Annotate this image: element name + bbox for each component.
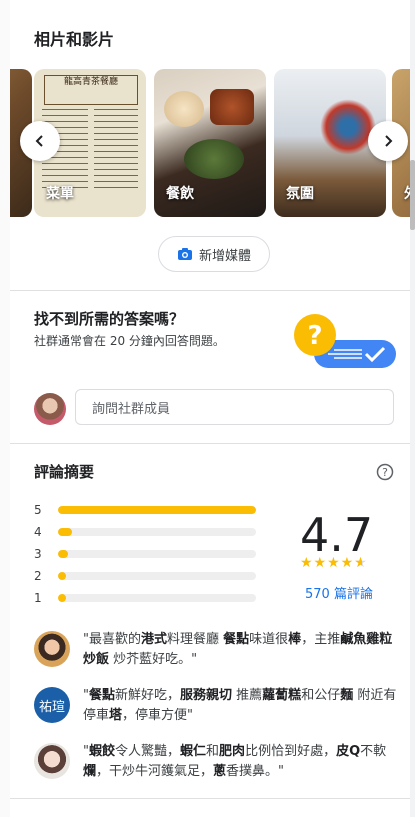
camera-icon — [177, 248, 192, 260]
rating-bar-fill — [58, 528, 72, 536]
snippet-text: ，主推 — [301, 632, 341, 647]
rating-bar-track — [58, 550, 256, 558]
rating-bar-track — [58, 594, 256, 602]
snippet-text: 不軟 — [360, 744, 387, 759]
rating-stars: ★★★★★ ★ — [300, 555, 368, 571]
rating-bar-star-label: 1 — [34, 591, 42, 605]
user-avatar[interactable] — [34, 393, 66, 425]
rating-bar-fill — [58, 506, 256, 514]
reviewer-avatar[interactable] — [34, 743, 70, 779]
divider — [10, 443, 410, 444]
photo-label-food: 餐飲 — [166, 186, 194, 202]
rating-bar-star-label: 4 — [34, 525, 42, 539]
mural-shape — [320, 99, 376, 155]
rating-bar-row[interactable]: 2 — [34, 569, 256, 583]
chevron-left-icon — [35, 135, 43, 147]
snippet-keyword: 餐點 — [88, 688, 115, 703]
review-summary-title: 評論摘要 — [34, 463, 95, 481]
snippet-text: 令人驚豔， — [115, 744, 181, 759]
rating-bar-track — [58, 572, 256, 580]
add-media-button[interactable]: 新增媒體 — [158, 236, 270, 272]
snippet-keyword: 蝦餃 — [88, 744, 115, 759]
divider — [10, 290, 410, 291]
menu-header-text: 龍高青茶餐廳 — [63, 77, 118, 87]
photo-thumb-food[interactable]: 餐飲 — [154, 69, 266, 217]
ask-community-placeholder: 詢問社群成員 — [92, 401, 171, 417]
snippet-text: ，停車方便" — [122, 708, 194, 723]
snippet-text: 料理餐廳 — [167, 632, 224, 647]
snippet-keyword: 港式 — [140, 632, 167, 647]
photos-prev-button[interactable] — [20, 121, 60, 161]
snippet-text: 味道很 — [249, 632, 289, 647]
snippet-text: 炒芥藍好吃。" — [109, 652, 198, 667]
reviewer-avatar[interactable] — [34, 631, 70, 667]
snippet-text: 和 — [206, 744, 220, 759]
snippet-text: ，干炒牛河鑊氣足， — [96, 764, 214, 779]
snippet-keyword: 餐點 — [223, 632, 250, 647]
menu-lines-right — [94, 109, 138, 189]
snippet-keyword: 蝦仁 — [180, 744, 207, 759]
average-rating: 4.7 — [300, 508, 374, 562]
snippet-keyword: 麵 — [340, 688, 354, 703]
snippet-keyword: 塔 — [109, 708, 123, 723]
snippet-text: "最喜歡的 — [83, 632, 141, 647]
rating-bar-star-label: 2 — [34, 569, 42, 583]
photos-next-button[interactable] — [368, 121, 408, 161]
snippet-keyword: 蘿蔔糕 — [262, 688, 302, 703]
scrollbar[interactable] — [410, 160, 415, 230]
partial-star-icon: ★ ★ — [354, 555, 368, 571]
snippet-text: 和公仔 — [301, 688, 341, 703]
snippet-keyword: 肥肉 — [219, 744, 246, 759]
svg-text:?: ? — [382, 466, 388, 479]
qa-illustration-icon: ? — [294, 314, 396, 368]
photo-label-vibe: 氛圍 — [286, 186, 314, 202]
rating-bar-fill — [58, 572, 66, 580]
rating-bar-fill — [58, 550, 68, 558]
photo-label-menu: 菜單 — [46, 186, 74, 202]
qa-title: 找不到所需的答案嗎？ — [34, 310, 185, 328]
dish-shape — [210, 89, 254, 125]
menu-header-image: 龍高青茶餐廳 — [44, 75, 138, 105]
photos-section-title: 相片和影片 — [34, 30, 115, 49]
review-snippet: "蝦餃令人驚豔，蝦仁和肥肉比例恰到好處，皮Q不軟爛，干炒牛河鑊氣足，蔥香撲鼻。" — [83, 742, 403, 782]
rating-bar-row[interactable]: 5 — [34, 503, 256, 517]
ask-community-input[interactable]: 詢問社群成員 — [75, 389, 394, 425]
review-snippet: "最喜歡的港式料理餐廳 餐點味道很棒，主推鹹魚雞粒炒飯 炒芥藍好吃。" — [83, 630, 403, 670]
svg-text:?: ? — [307, 321, 322, 351]
rating-bar-track — [58, 528, 256, 536]
snippet-keyword: 皮Q — [336, 744, 361, 759]
snippet-keyword: 服務親切 — [180, 688, 233, 703]
snippet-keyword: 蔥 — [213, 764, 227, 779]
rating-bar-star-label: 3 — [34, 547, 42, 561]
reviewer-avatar[interactable]: 祐瑄 — [34, 687, 70, 723]
chevron-right-icon — [385, 135, 393, 147]
rating-bar-row[interactable]: 1 — [34, 591, 256, 605]
add-media-label: 新增媒體 — [198, 248, 251, 264]
snippet-keyword: 棒 — [288, 632, 302, 647]
help-icon[interactable]: ? — [376, 463, 394, 481]
rating-bar-row[interactable]: 4 — [34, 525, 256, 539]
dumpling-shape — [164, 91, 204, 127]
rating-bar-fill — [58, 594, 66, 602]
snippet-text: 推薦 — [232, 688, 263, 703]
qa-subtitle: 社群通常會在 20 分鐘內回答問題。 — [34, 334, 225, 348]
divider — [10, 798, 410, 799]
snippet-keyword: 爛 — [83, 764, 97, 779]
review-count-link[interactable]: 570 篇評論 — [305, 583, 373, 602]
review-snippet: "餐點新鮮好吃，服務親切 推薦蘿蔔糕和公仔麵 附近有停車塔，停車方便" — [83, 686, 403, 726]
place-details-panel: 相片和影片 龍高青茶餐廳 菜單 餐飲 氛圍 外 新增媒體 — [10, 0, 410, 817]
snippet-text: 香撲鼻。" — [226, 764, 285, 779]
snippet-text: 新鮮好吃， — [115, 688, 181, 703]
rating-bar-row[interactable]: 3 — [34, 547, 256, 561]
rating-bar-star-label: 5 — [34, 503, 42, 517]
snippet-keyword: 鹹魚 — [340, 632, 367, 647]
rating-bar-track — [58, 506, 256, 514]
greens-shape — [184, 139, 244, 179]
snippet-text: 比例恰到好處， — [245, 744, 337, 759]
